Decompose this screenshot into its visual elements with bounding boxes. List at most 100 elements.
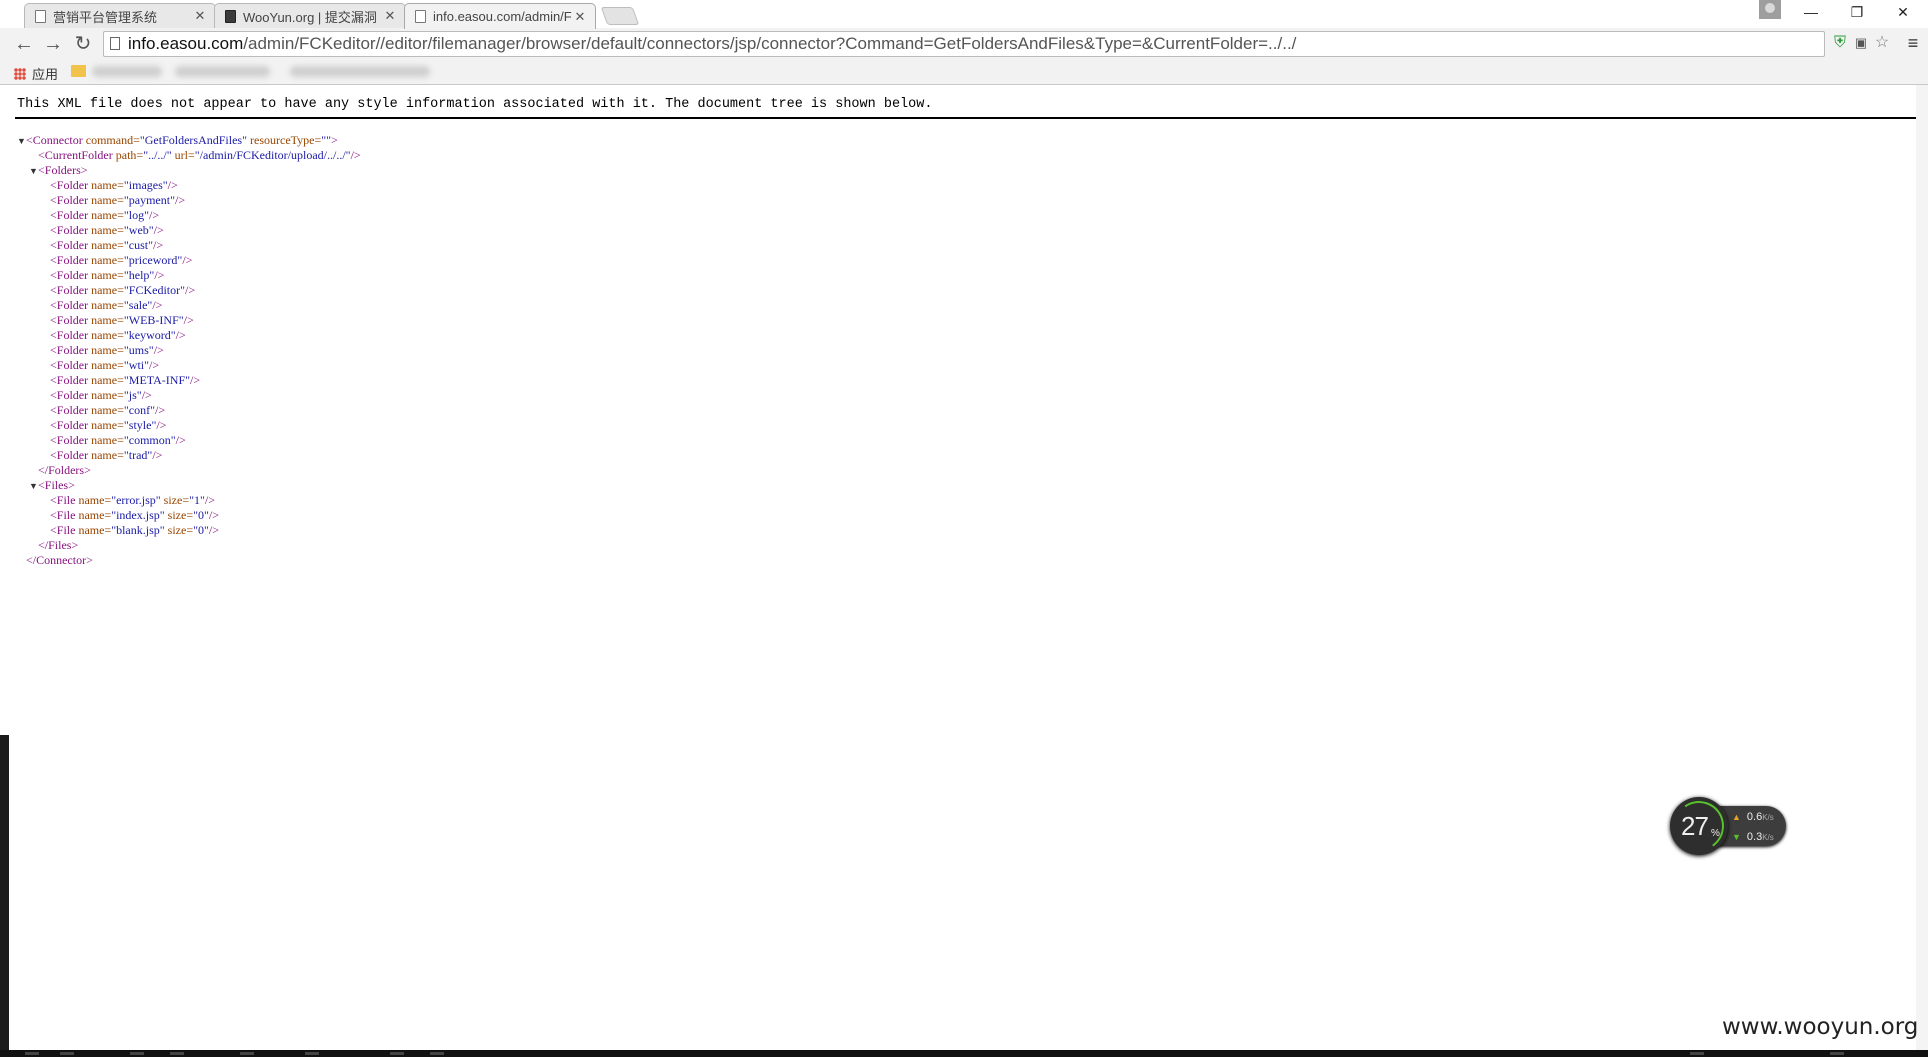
xml-tag: /> [152, 298, 163, 312]
profile-button[interactable] [1759, 0, 1781, 19]
tab-strip: 营销平台管理系统 ✕ WooYun.org | 提交漏洞 ✕ info.easo… [0, 0, 1928, 29]
xml-attr-name: size= [164, 508, 194, 522]
xml-attr-name: name= [88, 238, 124, 252]
minimize-button[interactable]: — [1788, 0, 1834, 24]
xml-connector-close: </Connector> [18, 553, 361, 568]
xml-attr-name: name= [88, 208, 124, 222]
xml-attr-name: name= [88, 298, 124, 312]
folder-icon[interactable] [71, 65, 86, 77]
collapse-triangle-icon[interactable]: ▼ [29, 164, 38, 179]
xml-attr-name: name= [88, 418, 124, 432]
xml-attr-value: "images" [123, 178, 168, 192]
close-icon[interactable]: ✕ [383, 8, 397, 24]
xml-connector-open: ▼ <Connector command="GetFoldersAndFiles"… [17, 133, 361, 149]
xml-attr-name: name= [75, 493, 112, 507]
star-icon[interactable]: ☆ [1872, 33, 1892, 53]
xml-tag: <Folder [50, 388, 89, 402]
xml-tag: /> [175, 193, 186, 207]
xml-tag: > [331, 133, 338, 147]
xml-attr-value: "0" [193, 508, 209, 522]
xml-attr-value: "log" [123, 208, 150, 222]
xml-tag: /> [152, 448, 163, 462]
wooyun-icon [225, 9, 236, 23]
xml-attr-value: "common" [123, 433, 176, 447]
divider [15, 117, 1917, 119]
xml-tag: /> [208, 508, 220, 522]
xml-attr-name: name= [88, 433, 124, 447]
xml-tag: <Folders> [38, 163, 88, 177]
reload-button[interactable]: ↻ [70, 31, 96, 57]
xml-attr-name: path= [112, 148, 144, 162]
xml-file-node: <File name="error.jsp" size="1"/> [18, 493, 361, 508]
xml-tag: <Folder [50, 253, 89, 267]
download-speed: ▼ 0.3K/s [1732, 831, 1774, 843]
xml-tag: <Folder [50, 433, 89, 447]
xml-attr-value: "payment" [123, 193, 175, 207]
xml-tag: /> [208, 523, 220, 537]
window-close-button[interactable]: ✕ [1880, 0, 1926, 24]
tab-yingxiao[interactable]: 营销平台管理系统 ✕ [24, 3, 216, 28]
xml-tag: <Folder [50, 403, 89, 417]
back-button[interactable]: ← [11, 31, 37, 57]
menu-icon[interactable]: ≡ [1903, 33, 1923, 53]
xml-tag: <Folder [50, 238, 89, 252]
xml-files-open: ▼ <Files> [18, 478, 361, 493]
close-icon[interactable]: ✕ [573, 9, 587, 25]
restore-button[interactable]: ❐ [1834, 0, 1880, 24]
close-icon[interactable]: ✕ [193, 8, 207, 24]
xml-tag: /> [167, 178, 178, 192]
address-bar[interactable]: info.easou.com/admin/FCKeditor//editor/f… [103, 31, 1825, 57]
tab-info-easou[interactable]: info.easou.com/admin/F ✕ [404, 3, 596, 29]
xml-tag: /> [155, 403, 166, 417]
xml-tag: /> [153, 238, 164, 252]
xml-attr-value: "wti" [123, 358, 150, 372]
redacted-bookmark [92, 66, 162, 77]
new-tab-button[interactable] [600, 7, 640, 25]
xml-folder-node: <Folder name="js"/> [18, 388, 361, 403]
xml-attr-value: "cust" [123, 238, 154, 252]
shield-icon[interactable]: ⛨ [1830, 33, 1850, 53]
network-speed-widget[interactable]: 27 % ▲ 0.6K/s ▼ 0.3K/s [1670, 797, 1788, 855]
tab-wooyun[interactable]: WooYun.org | 提交漏洞 ✕ [214, 3, 406, 28]
collapse-triangle-icon[interactable]: ▼ [29, 479, 38, 494]
xml-tag: <Folder [50, 313, 89, 327]
upload-value: 0.6 [1746, 811, 1763, 823]
xml-style-notice: This XML file does not appear to have an… [17, 97, 933, 112]
xml-tag: /> [149, 208, 160, 222]
xml-attr-name: name= [88, 178, 124, 192]
xml-current-folder: <CurrentFolder path="../../" url="/admin… [18, 148, 361, 163]
upload-arrow-icon: ▲ [1732, 812, 1741, 822]
xml-attr-name: command= [82, 133, 140, 147]
xml-attr-name: size= [160, 493, 190, 507]
xml-tag: <Folder [50, 373, 89, 387]
xml-attr-name: name= [88, 373, 124, 387]
apps-shortcut[interactable]: 应用 [14, 64, 58, 83]
collapse-triangle-icon[interactable]: ▼ [17, 134, 26, 149]
xml-attr-name: url= [171, 148, 195, 162]
xml-tag: </Files> [38, 538, 79, 552]
xml-attr-value: "help" [123, 268, 155, 282]
xml-folder-node: <Folder name="images"/> [18, 178, 361, 193]
xml-tag: /> [204, 493, 215, 507]
xml-attr-value: "sale" [123, 298, 153, 312]
xml-tag: /> [153, 343, 164, 357]
scrollbar[interactable] [1916, 85, 1928, 1050]
xml-tag: /> [175, 433, 186, 447]
xml-attr-value: "GetFoldersAndFiles" [139, 133, 247, 147]
xml-attr-value: "conf" [123, 403, 155, 417]
xml-attr-value: "" [321, 133, 332, 147]
forward-button[interactable]: → [40, 31, 66, 57]
translate-icon[interactable]: ▣ [1851, 33, 1871, 53]
page-icon [415, 10, 426, 23]
xml-tag: <Files> [38, 478, 75, 492]
xml-tag: <File [50, 523, 76, 537]
desktop-edge [0, 735, 9, 1051]
xml-file-node: <File name="index.jsp" size="0"/> [18, 508, 361, 523]
xml-folder-node: <Folder name="WEB-INF"/> [18, 313, 361, 328]
xml-tag: /> [185, 283, 196, 297]
apps-label: 应用 [32, 67, 59, 82]
xml-attr-name: name= [75, 508, 112, 522]
xml-tag: <Folder [50, 223, 89, 237]
xml-attr-value: "FCKeditor" [123, 283, 186, 297]
page-content: This XML file does not appear to have an… [0, 85, 1928, 1057]
